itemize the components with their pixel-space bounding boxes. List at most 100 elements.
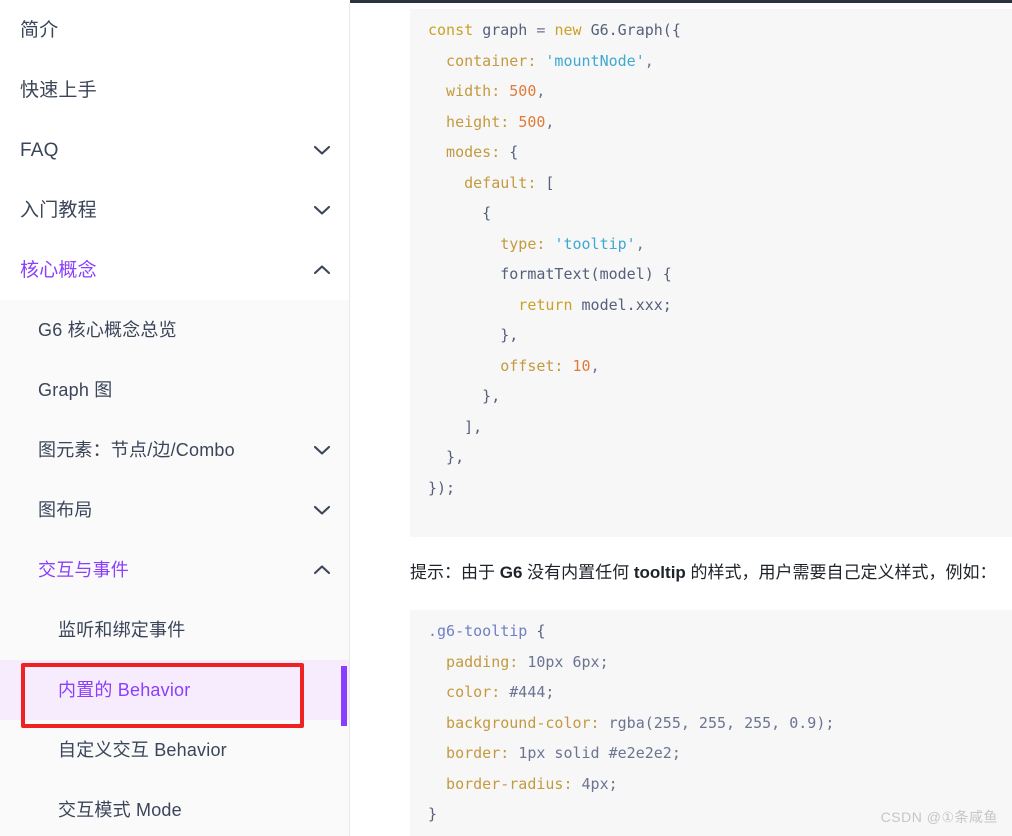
chevron-down-icon[interactable] xyxy=(313,144,331,156)
js-code-line: formatText(model) { xyxy=(410,259,1012,290)
code-block-css[interactable]: .g6-tooltip { padding: 10px 6px; color: … xyxy=(410,610,1012,836)
code-token: color: xyxy=(428,683,510,701)
code-token: , xyxy=(536,82,546,100)
code-token: border-radius: xyxy=(428,774,582,793)
tip-bold-tooltip: tooltip xyxy=(633,563,686,582)
code-token: } xyxy=(428,805,438,823)
chevron-down-icon[interactable] xyxy=(313,204,331,216)
tip-middle: 没有内置任何 xyxy=(522,563,634,582)
js-code-line: }, xyxy=(410,381,1012,412)
code-token: 10px 6px; xyxy=(527,652,609,671)
code-token: ], xyxy=(428,417,483,436)
code-block-javascript[interactable]: const graph = new G6.Graph({ container: … xyxy=(410,9,1012,537)
sidebar-item-监听和绑定事件[interactable]: 监听和绑定事件 xyxy=(0,600,349,660)
code-token: [ xyxy=(545,173,555,192)
js-code-line: }, xyxy=(410,320,1012,351)
sidebar-item-FAQ[interactable]: FAQ xyxy=(0,120,349,180)
sidebar-item-图布局[interactable]: 图布局 xyxy=(0,480,349,540)
css-code-line: border-radius: 4px; xyxy=(410,769,1012,800)
code-token: height: xyxy=(428,112,519,131)
code-token: .g6-tooltip xyxy=(428,622,537,640)
sidebar-item-label: 交互与事件 xyxy=(38,560,129,580)
chevron-down-icon[interactable] xyxy=(313,444,331,456)
sidebar-item-交互与事件[interactable]: 交互与事件 xyxy=(0,540,349,600)
sidebar-item-label: G6 核心概念总览 xyxy=(38,320,177,340)
code-token: type: xyxy=(428,234,555,253)
sidebar-item-label: 入门教程 xyxy=(20,199,97,221)
tip-suffix: 的样式，用户需要自己定义样式，例如： xyxy=(685,563,997,582)
js-code-line: height: 500, xyxy=(410,107,1012,138)
code-token: = xyxy=(536,21,555,39)
css-code-line: .g6-tooltip { xyxy=(410,616,1012,647)
code-token: { xyxy=(536,622,546,640)
code-token: padding: xyxy=(428,652,528,671)
active-item-indicator xyxy=(341,666,347,726)
sidebar-item-label: 核心概念 xyxy=(20,259,97,281)
sidebar-item-交互模式-Mode[interactable]: 交互模式 Mode xyxy=(0,780,349,836)
code-token: }, xyxy=(428,387,501,405)
code-token: , xyxy=(644,51,654,70)
code-token: 4px; xyxy=(581,774,618,793)
sidebar-item-图元素-节点-边-Combo[interactable]: 图元素：节点/边/Combo xyxy=(0,420,349,480)
js-code-line: { xyxy=(410,198,1012,229)
js-code-line: modes: { xyxy=(410,137,1012,168)
js-code-line: width: 500, xyxy=(410,76,1012,107)
sidebar-item-label: FAQ xyxy=(20,139,59,161)
code-token: G6.Graph({ xyxy=(590,21,681,39)
sidebar-item-label: 交互模式 Mode xyxy=(58,800,182,820)
code-token: container: xyxy=(428,51,546,70)
code-token: 10 xyxy=(572,356,591,375)
sidebar-item-Graph-图[interactable]: Graph 图 xyxy=(0,360,349,420)
code-token: 'tooltip' xyxy=(554,234,636,253)
css-code-line: border: 1px solid #e2e2e2; xyxy=(410,738,1012,769)
code-token: new xyxy=(554,21,591,39)
code-token: default: xyxy=(428,173,546,192)
code-token: { xyxy=(509,143,519,161)
code-token: 'mountNode' xyxy=(545,51,645,70)
tip-prefix: 提示：由于 xyxy=(410,563,500,582)
code-token: }, xyxy=(428,326,519,344)
sidebar-item-自定义交互-Behavior[interactable]: 自定义交互 Behavior xyxy=(0,720,349,780)
code-token: #444; xyxy=(509,683,555,701)
css-code-line: padding: 10px 6px; xyxy=(410,647,1012,678)
page-top-edge-sidebar xyxy=(0,0,350,3)
code-token: background-color: xyxy=(428,713,609,732)
js-code-line: default: [ xyxy=(410,168,1012,199)
sidebar-item-label: 图布局 xyxy=(38,500,93,520)
code-token: 500 xyxy=(509,82,537,100)
code-token: border: xyxy=(428,744,519,762)
sidebar-item-label: 自定义交互 Behavior xyxy=(58,740,227,760)
code-token: graph xyxy=(482,21,537,39)
sidebar-navigation: 简介快速上手 FAQ 入门教程核心概念 G6 核心概念总览 Graph 图图元素：节点/… xyxy=(0,0,350,836)
chevron-up-icon[interactable] xyxy=(313,264,331,276)
code-token: offset: xyxy=(428,356,573,375)
sidebar-item-快速上手[interactable]: 快速上手 xyxy=(0,60,349,120)
code-token: { xyxy=(428,204,492,222)
code-token: , xyxy=(635,234,645,253)
js-code-line: container: 'mountNode', xyxy=(410,46,1012,77)
chevron-down-icon[interactable] xyxy=(313,504,331,516)
sidebar-item-简介[interactable]: 简介 xyxy=(0,0,349,60)
code-token: formatText(model) { xyxy=(428,265,672,283)
content-area: const graph = new G6.Graph({ container: … xyxy=(350,0,1012,836)
css-code-line: color: #444; xyxy=(410,677,1012,708)
sidebar-item-label: 图元素：节点/边/Combo xyxy=(38,440,235,460)
tip-paragraph: 提示：由于 G6 没有内置任何 tooltip 的样式，用户需要自己定义样式，例… xyxy=(410,560,1012,586)
code-token: const xyxy=(428,21,483,39)
js-code-line: }); xyxy=(410,473,1012,504)
documentation-page: 简介快速上手 FAQ 入门教程核心概念 G6 核心概念总览 Graph 图图元素：节点/… xyxy=(0,0,1012,836)
js-code-line: offset: 10, xyxy=(410,351,1012,382)
code-token: }, xyxy=(428,448,465,466)
code-token: , xyxy=(545,112,555,131)
sidebar-item-内置的-Behavior[interactable]: 内置的 Behavior xyxy=(0,660,349,720)
chevron-up-icon[interactable] xyxy=(313,564,331,576)
sidebar-item-G6-核心概念总览[interactable]: G6 核心概念总览 xyxy=(0,300,349,360)
code-token: modes: xyxy=(428,143,510,161)
js-code-line: return model.xxx; xyxy=(410,290,1012,321)
sidebar-item-核心概念[interactable]: 核心概念 xyxy=(0,240,349,300)
code-token: 500 xyxy=(518,112,546,131)
sidebar-item-label: Graph 图 xyxy=(38,380,113,400)
sidebar-item-label: 简介 xyxy=(20,19,59,41)
sidebar-item-label: 内置的 Behavior xyxy=(58,680,191,700)
sidebar-item-入门教程[interactable]: 入门教程 xyxy=(0,180,349,240)
